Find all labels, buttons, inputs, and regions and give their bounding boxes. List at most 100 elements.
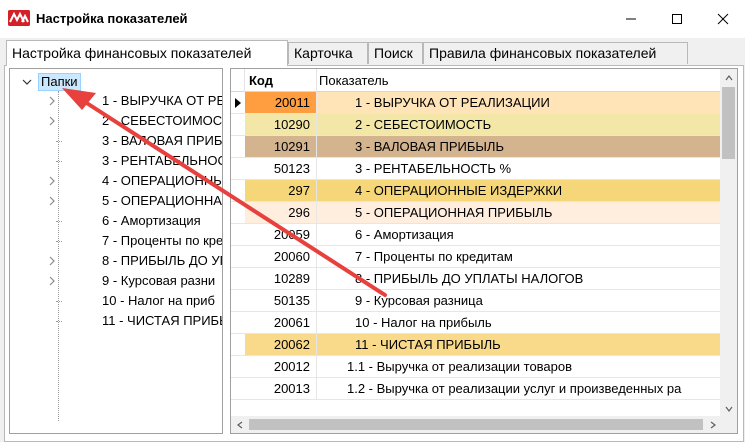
tree-item-label[interactable]: 8 - ПРИБЫЛЬ ДО УП [102,253,222,268]
tab-financial-settings[interactable]: Настройка финансовых показателей [6,40,288,66]
tree-item-label[interactable]: 10 - Налог на приб [102,293,215,308]
chevron-right-icon[interactable] [46,115,58,127]
horizontal-scrollbar[interactable] [231,416,721,433]
cell-code[interactable]: 50135 [245,290,317,311]
minimize-button[interactable] [608,0,654,38]
chevron-right-icon[interactable] [46,255,58,267]
tree-item-label[interactable]: 3 - ВАЛОВАЯ ПРИБЫЛ [102,133,222,148]
table-row[interactable]: 20011 1 - ВЫРУЧКА ОТ РЕАЛИЗАЦИИ [231,92,721,114]
tree-root-folders[interactable]: Папки [20,72,81,92]
tab-card[interactable]: Карточка [288,42,368,64]
cell-name[interactable]: 6 - Амортизация [317,224,721,245]
chevron-right-icon[interactable] [46,175,58,187]
tree-item[interactable]: 11 - ЧИСТАЯ ПРИБЫ [10,311,222,331]
cell-name[interactable]: 2 - СЕБЕСТОИМОСТЬ [317,114,721,135]
table-row[interactable]: 20060 7 - Проценты по кредитам [231,246,721,268]
cell-code[interactable]: 10290 [245,114,317,135]
tree-item-label[interactable]: 3 - РЕНТАБЕЛЬНОС [102,153,222,168]
scroll-right-icon[interactable] [704,416,721,433]
scroll-down-icon[interactable] [720,400,737,417]
cell-name[interactable]: 1 - ВЫРУЧКА ОТ РЕАЛИЗАЦИИ [317,92,721,113]
table-row[interactable]: 20059 6 - Амортизация [231,224,721,246]
tree-item[interactable]: 4 - ОПЕРАЦИОННЫ [10,171,222,191]
tree-item-label[interactable]: 1 - ВЫРУЧКА ОТ РЕ [102,93,222,108]
chevron-right-icon[interactable] [46,275,58,287]
tree-item-label[interactable]: 11 - ЧИСТАЯ ПРИБЫ [102,313,222,328]
table-row[interactable]: 50123 3 - РЕНТАБЕЛЬНОСТЬ % [231,158,721,180]
cell-code[interactable]: 10289 [245,268,317,289]
tab-financial-rules[interactable]: Правила финансовых показателей [423,42,688,64]
tree-item[interactable]: 8 - ПРИБЫЛЬ ДО УП [10,251,222,271]
vertical-scrollbar[interactable] [720,69,737,417]
cell-code[interactable]: 20012 [245,356,317,377]
cell-name[interactable]: 1.1 - Выручка от реализации товаров [317,356,721,377]
tree-item[interactable]: 9 - Курсовая разни [10,271,222,291]
table-row[interactable]: 10290 2 - СЕБЕСТОИМОСТЬ [231,114,721,136]
chevron-right-icon[interactable] [46,195,58,207]
row-indicator [231,268,245,289]
cell-name[interactable]: 5 - ОПЕРАЦИОННАЯ ПРИБЫЛЬ [317,202,721,223]
tree-item-label[interactable]: 2 - СЕБЕСТОИМОС [102,113,222,128]
row-indicator [231,136,245,157]
cell-code[interactable]: 297 [245,180,317,201]
close-button[interactable] [700,0,745,38]
tree-item[interactable]: 10 - Налог на приб [10,291,222,311]
row-indicator-header [231,69,245,92]
cell-code[interactable]: 10291 [245,136,317,157]
tree-connector [56,321,62,322]
cell-name[interactable]: 11 - ЧИСТАЯ ПРИБЫЛЬ [317,334,721,355]
tree-root-label[interactable]: Папки [38,73,81,91]
table-row[interactable]: 20062 11 - ЧИСТАЯ ПРИБЫЛЬ [231,334,721,356]
cell-name[interactable]: 3 - ВАЛОВАЯ ПРИБЫЛЬ [317,136,721,157]
cell-code[interactable]: 20011 [245,92,317,113]
table-row[interactable]: 20012 1.1 - Выручка от реализации товаров [231,356,721,378]
tab-search[interactable]: Поиск [368,42,423,64]
tree-connector [56,301,62,302]
vertical-scroll-thumb[interactable] [722,87,735,159]
table-row[interactable]: 297 4 - ОПЕРАЦИОННЫЕ ИЗДЕРЖКИ [231,180,721,202]
table-row[interactable]: 296 5 - ОПЕРАЦИОННАЯ ПРИБЫЛЬ [231,202,721,224]
cell-code[interactable]: 20013 [245,378,317,399]
chevron-right-icon[interactable] [46,95,58,107]
table-row[interactable]: 20061 10 - Налог на прибыль [231,312,721,334]
tree-item[interactable]: 3 - ВАЛОВАЯ ПРИБЫЛ [10,131,222,151]
tree-item[interactable]: 6 - Амортизация [10,211,222,231]
tree-item-label[interactable]: 6 - Амортизация [102,213,201,228]
cell-name[interactable]: 8 - ПРИБЫЛЬ ДО УПЛАТЫ НАЛОГОВ [317,268,721,289]
tree-item[interactable]: 2 - СЕБЕСТОИМОС [10,111,222,131]
table-row[interactable]: 20013 1.2 - Выручка от реализации услуг и… [231,378,721,400]
indicators-grid[interactable]: Код Показатель 20011 1 - ВЫРУЧКА ОТ РЕАЛИ… [230,68,738,434]
cell-code[interactable]: 20061 [245,312,317,333]
chevron-down-icon[interactable] [20,75,34,89]
scroll-left-icon[interactable] [231,416,248,433]
table-row[interactable]: 10291 3 - ВАЛОВАЯ ПРИБЫЛЬ [231,136,721,158]
table-row[interactable]: 10289 8 - ПРИБЫЛЬ ДО УПЛАТЫ НАЛОГОВ [231,268,721,290]
cell-name[interactable]: 4 - ОПЕРАЦИОННЫЕ ИЗДЕРЖКИ [317,180,721,201]
tree-item[interactable]: 5 - ОПЕРАЦИОННА [10,191,222,211]
tree-item-label[interactable]: 7 - Проценты по кред [102,233,222,248]
horizontal-scroll-thumb[interactable] [249,419,703,430]
table-row[interactable]: 50135 9 - Курсовая разница [231,290,721,312]
maximize-button[interactable] [654,0,700,38]
cell-name[interactable]: 3 - РЕНТАБЕЛЬНОСТЬ % [317,158,721,179]
cell-code[interactable]: 50123 [245,158,317,179]
cell-name[interactable]: 7 - Проценты по кредитам [317,246,721,267]
row-indicator [231,158,245,179]
tree-item[interactable]: 3 - РЕНТАБЕЛЬНОС [10,151,222,171]
column-header-code[interactable]: Код [245,69,317,92]
tree-item-label[interactable]: 9 - Курсовая разни [102,273,215,288]
cell-name[interactable]: 1.2 - Выручка от реализации услуг и прои… [317,378,721,399]
tree-item-label[interactable]: 5 - ОПЕРАЦИОННА [102,193,222,208]
scroll-up-icon[interactable] [720,69,737,86]
column-header-name[interactable]: Показатель [317,69,721,92]
cell-code[interactable]: 20059 [245,224,317,245]
cell-name[interactable]: 10 - Налог на прибыль [317,312,721,333]
cell-code[interactable]: 296 [245,202,317,223]
cell-code[interactable]: 20062 [245,334,317,355]
folder-tree[interactable]: Папки 1 - ВЫРУЧКА ОТ РЕ 2 - СЕБЕСТОИМОС 3 … [9,68,223,434]
tree-item[interactable]: 1 - ВЫРУЧКА ОТ РЕ [10,91,222,111]
cell-name[interactable]: 9 - Курсовая разница [317,290,721,311]
tree-item-label[interactable]: 4 - ОПЕРАЦИОННЫ [102,173,222,188]
cell-code[interactable]: 20060 [245,246,317,267]
tree-item[interactable]: 7 - Проценты по кред [10,231,222,251]
